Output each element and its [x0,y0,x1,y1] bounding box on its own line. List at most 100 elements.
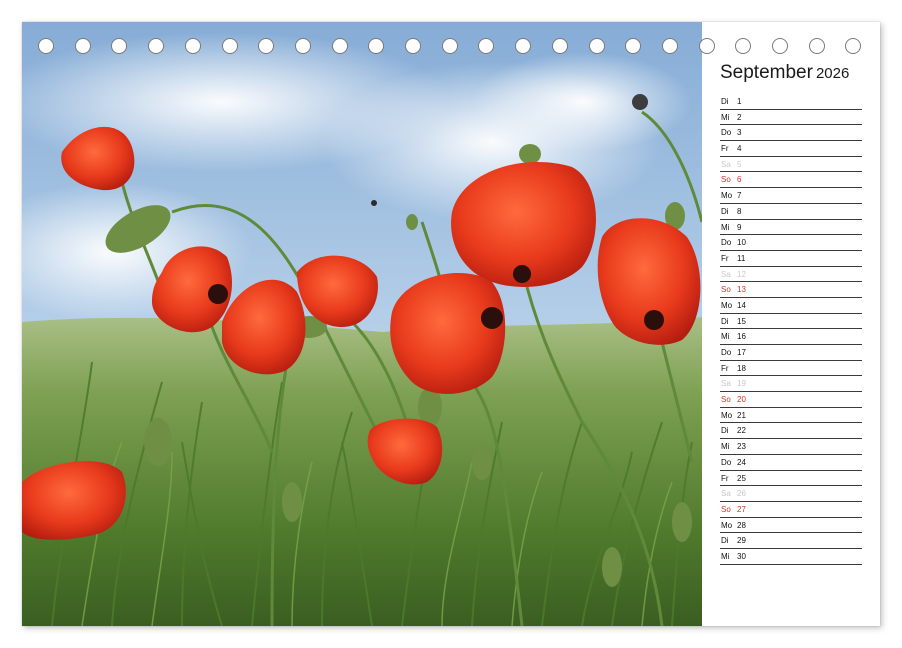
binding-ring-icon [74,38,91,54]
day-number: 2 [737,112,742,122]
weekday-label: Fr [721,253,729,263]
binding-rings [22,38,880,58]
day-number: 7 [737,191,742,201]
day-row: Mo 7 [720,188,862,204]
binding-ring-icon [38,38,54,54]
day-row: Mo 14 [720,298,862,314]
weekday-label: Sa [721,379,731,389]
day-row: Do 3 [720,125,862,142]
day-number: 20 [737,395,746,405]
poppy-field-photo [22,22,702,626]
weekday-label: Di [721,426,729,436]
binding-ring-icon [184,38,201,54]
weekday-label: Mi [721,332,730,342]
weekday-label: Di [721,536,729,546]
day-number: 6 [737,175,742,185]
day-number: 19 [737,379,746,389]
weekday-label: Mo [721,520,733,530]
weekday-label: Mo [721,300,733,310]
day-row: Mi 30 [720,549,862,565]
binding-ring-icon [808,38,825,54]
binding-ring-icon [368,38,385,54]
weekday-label: Di [721,206,729,216]
weekday-label: So [721,395,731,405]
day-number: 30 [737,551,746,561]
day-number: 13 [737,285,746,295]
weekday-label: So [721,504,731,514]
weekday-label: So [721,285,731,295]
weekday-label: So [721,175,731,185]
day-number: 1 [737,97,742,106]
month-label: September [720,62,813,83]
calendar-panel: September 2026 Di 1 Mi 2 Do 3 Fr 4 Sa 5 So 6 Mo 7 Di 8 Mi… [720,62,862,565]
weekday-label: Mi [721,112,730,122]
weekday-label: Mo [721,191,733,201]
day-number: 29 [737,536,746,546]
weekday-label: Mi [721,551,730,561]
binding-ring-icon [221,38,238,54]
day-number: 22 [737,426,746,436]
day-row: Do 10 [720,235,862,251]
day-row: Do 24 [720,455,862,471]
day-row: Sa 19 [720,376,862,393]
calendar-page: September 2026 Di 1 Mi 2 Do 3 Fr 4 Sa 5 So 6 Mo 7 Di 8 Mi… [22,22,880,626]
day-number: 5 [737,159,742,169]
binding-ring-icon [845,38,862,54]
day-number: 28 [737,520,746,530]
day-number: 16 [737,332,746,342]
day-row: Do 17 [720,345,862,361]
binding-ring-icon [551,38,568,54]
weekday-label: Mi [721,222,730,232]
day-row: Fr 25 [720,471,862,487]
binding-ring-icon [331,38,348,54]
binding-ring-icon [698,38,715,54]
day-row: Mi 16 [720,329,862,345]
calendar-title: September 2026 [720,62,862,88]
day-number: 10 [737,238,746,248]
day-row: Mi 2 [720,110,862,126]
day-row: Fr 11 [720,251,862,267]
day-row: Di 1 [720,94,862,110]
binding-ring-icon [148,38,165,54]
weekday-label: Di [721,316,729,326]
year-label: 2026 [815,65,850,82]
weekday-label: Do [721,348,732,357]
day-row: Fr 18 [720,361,862,377]
day-row: Mi 23 [720,439,862,455]
day-row: Sa 12 [720,267,862,283]
weekday-label: Do [721,128,732,138]
day-row: Fr 4 [720,141,862,157]
day-number: 21 [737,410,746,420]
weekday-label: Fr [721,144,729,154]
day-number: 17 [737,348,746,357]
binding-ring-icon [478,38,495,54]
day-number: 9 [737,222,742,232]
binding-ring-icon [441,38,458,54]
day-row: Mi 9 [720,220,862,236]
day-number: 11 [737,253,746,263]
day-row: Sa 5 [720,157,862,173]
day-number: 18 [737,363,746,373]
day-row: Di 22 [720,423,862,440]
day-row: Di 29 [720,533,862,549]
day-row: Mo 21 [720,408,862,424]
day-number: 8 [737,206,742,216]
day-row: So 6 [720,172,862,189]
binding-ring-icon [405,38,421,54]
day-number: 25 [737,473,746,483]
binding-ring-icon [515,38,532,54]
binding-ring-icon [588,38,605,54]
weekday-label: Sa [721,489,731,499]
day-row: Di 8 [720,204,862,220]
day-number: 14 [737,300,746,310]
weekday-label: Mi [721,442,730,452]
weekday-label: Sa [721,159,731,169]
day-number: 3 [737,128,742,138]
day-number: 12 [737,269,746,279]
binding-ring-icon [294,38,311,54]
day-number: 26 [737,489,746,499]
binding-ring-icon [111,38,128,54]
binding-ring-icon [625,38,642,54]
day-number: 15 [737,316,746,326]
day-number: 4 [737,144,742,154]
